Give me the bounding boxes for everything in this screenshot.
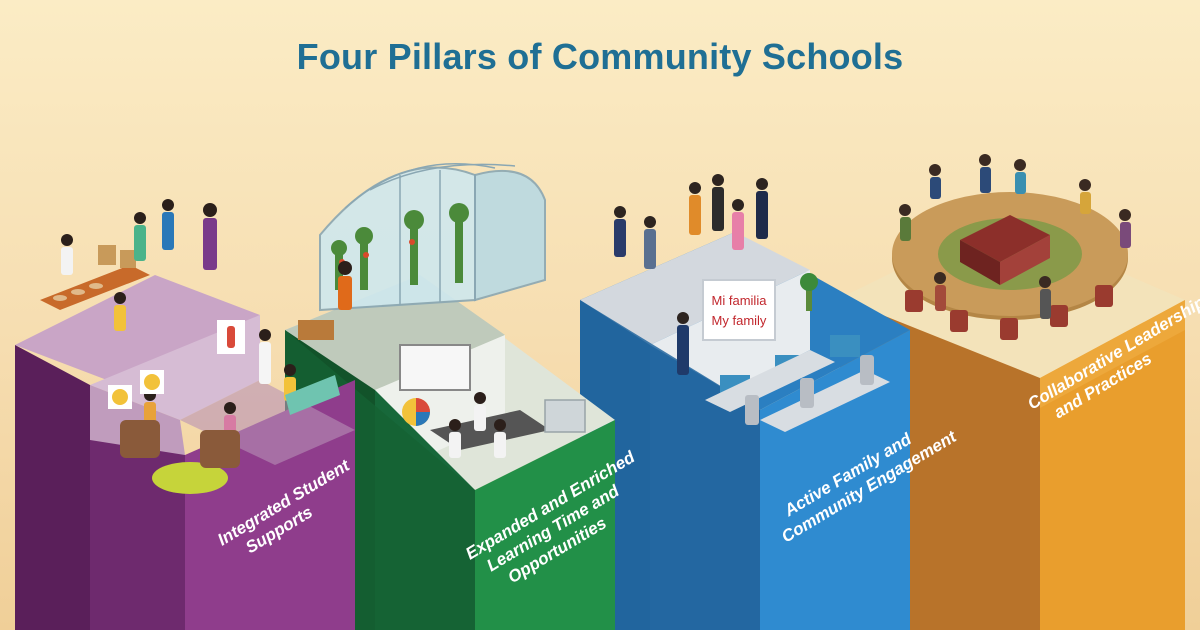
pillar-integrated-student-supports: Integrated Student Supports — [15, 199, 355, 630]
infographic-canvas: Four Pillars of Community Schools Collab… — [0, 0, 1200, 630]
pillars-illustration: Collaborative Leadership and Practices M… — [15, 154, 1200, 630]
sign-line-1: Mi familia — [712, 293, 768, 308]
sign-line-2: My family — [712, 313, 767, 328]
